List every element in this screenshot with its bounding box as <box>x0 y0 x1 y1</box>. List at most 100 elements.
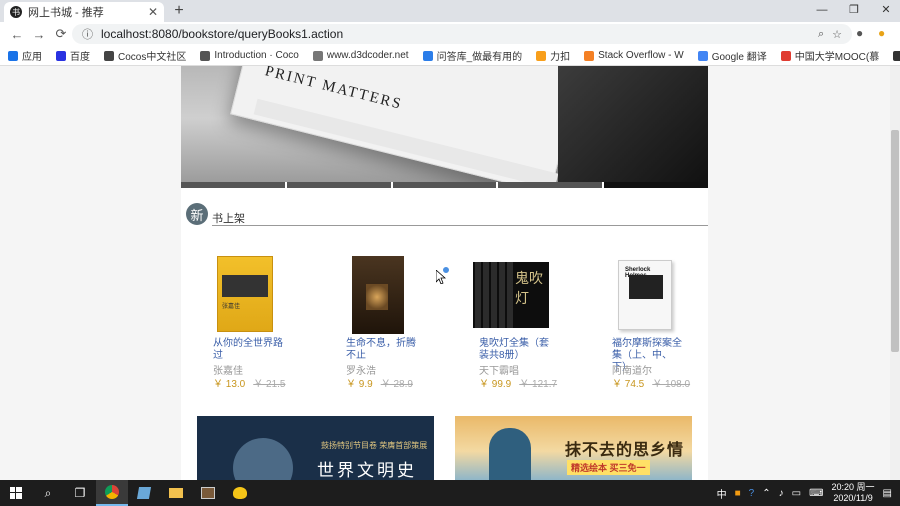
bookmark-label: 中国大学MOOC(慕 <box>794 52 880 63</box>
task-view-icon[interactable]: ❐ <box>64 480 96 506</box>
address-bar[interactable]: ⓘ localhost:8080/bookstore/queryBooks1.a… <box>72 24 852 44</box>
close-tab-icon[interactable]: ✕ <box>148 5 158 19</box>
bookmark-favicon-icon <box>104 50 114 61</box>
bookmark-label: Stack Overflow - W <box>598 50 684 61</box>
carousel-indicator-4[interactable] <box>498 182 603 188</box>
bookmark-item[interactable]: Introduction · Coco <box>200 50 299 61</box>
bookmark-favicon-icon <box>893 50 900 61</box>
promo-banner-homesick[interactable]: 抹不去的思乡情 精选绘本 买三免一 <box>455 416 692 480</box>
volume-icon[interactable]: ♪ <box>779 488 784 499</box>
loading-indicator-icon <box>442 266 450 274</box>
app-taskbar-icon[interactable] <box>128 480 160 506</box>
book-price: ￥ 9.9 ￥ 28.9 <box>346 375 413 390</box>
bookmark-item[interactable]: Stack Overflow - W <box>584 50 684 61</box>
tab-strip: 书 网上书城 - 推荐 ✕ + — ❐ ✕ <box>0 0 900 22</box>
start-button[interactable] <box>0 480 32 506</box>
notifications-icon[interactable]: ▤ <box>883 488 892 499</box>
promo-tag: 精选绘本 买三免一 <box>567 460 650 475</box>
bookmark-item[interactable]: 应用 <box>8 48 42 63</box>
bookmark-label: Cocos中文社区 <box>118 52 187 63</box>
bookmark-label: Google 翻译 <box>711 52 767 63</box>
search-icon[interactable]: ⌕ <box>32 480 64 506</box>
bookmark-label: Introduction · Coco <box>214 50 299 61</box>
carousel-indicators <box>181 182 708 188</box>
banner-dark-surface <box>558 66 708 182</box>
bookmark-item[interactable]: 问答库_做最有用的 <box>422 48 522 63</box>
duck-app-icon[interactable] <box>224 480 256 506</box>
bookmark-favicon-icon <box>56 50 66 61</box>
book-price: ￥ 13.0 ￥ 21.5 <box>213 375 286 390</box>
tab-title: 网上书城 - 推荐 <box>28 7 104 19</box>
forward-button[interactable]: → <box>28 27 50 42</box>
bookmarks-bar: 应用 百度 Cocos中文社区 Introduction · Coco www.d3dc… <box>0 46 900 66</box>
book-cover-image[interactable]: Sherlock Holmes <box>618 260 672 330</box>
book-cover-image[interactable]: 鬼吹灯 <box>473 262 549 328</box>
minimize-button[interactable]: — <box>808 0 836 20</box>
bookmark-item[interactable]: 百度 <box>56 48 90 63</box>
book-price: ￥ 74.5 ￥ 108.0 <box>612 375 690 390</box>
extension-icon[interactable]: ● <box>878 26 885 40</box>
bookmark-item[interactable]: Google 翻译 <box>697 48 767 63</box>
carousel-indicator-5[interactable] <box>604 182 708 188</box>
carousel-indicator-3[interactable] <box>392 182 497 188</box>
book-cover-image[interactable] <box>352 256 404 334</box>
carousel-indicator-2[interactable] <box>286 182 391 188</box>
bookmark-item[interactable]: www.d3dcoder.net <box>312 50 409 61</box>
carousel-indicator-1[interactable] <box>181 182 285 188</box>
book-sale-price: ￥ 13.0 <box>213 379 246 390</box>
url-text[interactable]: localhost:8080/bookstore/queryBooks1.act… <box>101 27 810 41</box>
back-button[interactable]: ← <box>6 27 28 42</box>
clock-time: 20:20 周一 <box>831 482 875 492</box>
system-tray: 中 ■ ? ⌃ ♪ ▭ ⌨ 20:20 周一 2020/11/9 ▤ <box>717 480 900 506</box>
bookmark-label: 力扣 <box>550 52 571 63</box>
bookmark-favicon-icon <box>8 50 18 61</box>
network-icon[interactable]: ▭ <box>792 488 801 499</box>
bookmark-favicon-icon <box>422 50 433 61</box>
book-original-price: ￥ 121.7 <box>519 379 558 390</box>
page-scrollbar[interactable] <box>890 66 900 480</box>
book-original-price: ￥ 28.9 <box>380 379 413 390</box>
book-title-link[interactable]: 鬼吹灯全集（套装共8册） <box>479 338 549 362</box>
reload-button[interactable]: ⟳ <box>50 26 72 42</box>
carousel-banner[interactable]: PRINT MATTERS <box>181 66 708 182</box>
scrollbar-thumb[interactable] <box>891 130 899 352</box>
page-viewport: PRINT MATTERS 新 书上架 张嘉佳 从你的全世界路过 张嘉佳 ￥ 1… <box>0 66 890 480</box>
bookmark-item[interactable]: OI Wiki <box>893 50 900 61</box>
bookmark-favicon-icon <box>312 50 323 61</box>
new-tab-button[interactable]: + <box>170 2 188 20</box>
keyboard-icon[interactable]: ⌨ <box>809 488 823 499</box>
book-title-link[interactable]: 从你的全世界路过 <box>213 338 283 362</box>
promo-title: 抹不去的思乡情 <box>565 440 685 459</box>
tray-expand-icon[interactable]: ⌃ <box>762 488 770 499</box>
section-divider <box>212 225 708 226</box>
antivirus-icon[interactable]: ■ <box>735 488 741 499</box>
ime-indicator[interactable]: 中 <box>717 486 727 501</box>
promo-banner-world-history[interactable]: 鼓扬特别节目卷 荣膺首部策展 世界文明史 <box>197 416 434 480</box>
new-badge-icon: 新 <box>186 203 208 225</box>
bookmark-favicon-icon <box>200 50 211 61</box>
browser-tab[interactable]: 书 网上书城 - 推荐 ✕ <box>4 2 164 22</box>
browser-toolbar: ← → ⟳ ⓘ localhost:8080/bookstore/queryBo… <box>0 22 900 46</box>
book-title-link[interactable]: 生命不息，折腾不止 <box>346 338 416 362</box>
bookmark-label: 百度 <box>70 52 90 63</box>
bookmark-item[interactable]: 力扣 <box>536 48 570 63</box>
section-title: 书上架 <box>212 213 245 225</box>
bookmark-item[interactable]: Cocos中文社区 <box>104 48 186 63</box>
maximize-button[interactable]: ❐ <box>840 0 868 20</box>
windows-taskbar: ⌕ ❐ 中 ■ ? ⌃ ♪ ▭ ⌨ 20:20 周一 2020/11/9 ▤ <box>0 480 900 506</box>
file-explorer-icon[interactable] <box>160 480 192 506</box>
system-clock[interactable]: 20:20 周一 2020/11/9 <box>832 482 875 504</box>
book-cover-image[interactable]: 张嘉佳 <box>217 256 273 332</box>
zoom-icon[interactable]: ⌕ <box>818 28 824 41</box>
game-taskbar-icon[interactable] <box>192 480 224 506</box>
site-info-icon[interactable]: ⓘ <box>82 26 93 42</box>
promo-subtitle: 鼓扬特别节目卷 荣膺首部策展 <box>321 441 428 450</box>
help-icon[interactable]: ? <box>749 488 755 499</box>
bookmark-label: 应用 <box>22 52 42 63</box>
close-window-button[interactable]: ✕ <box>872 0 900 20</box>
new-books-section-header: 新 书上架 <box>186 203 708 227</box>
bookmark-star-icon[interactable]: ☆ <box>832 28 842 41</box>
profile-icon[interactable]: ● <box>856 26 863 40</box>
chrome-taskbar-icon[interactable] <box>96 480 128 506</box>
bookmark-item[interactable]: 中国大学MOOC(慕 <box>780 48 880 63</box>
